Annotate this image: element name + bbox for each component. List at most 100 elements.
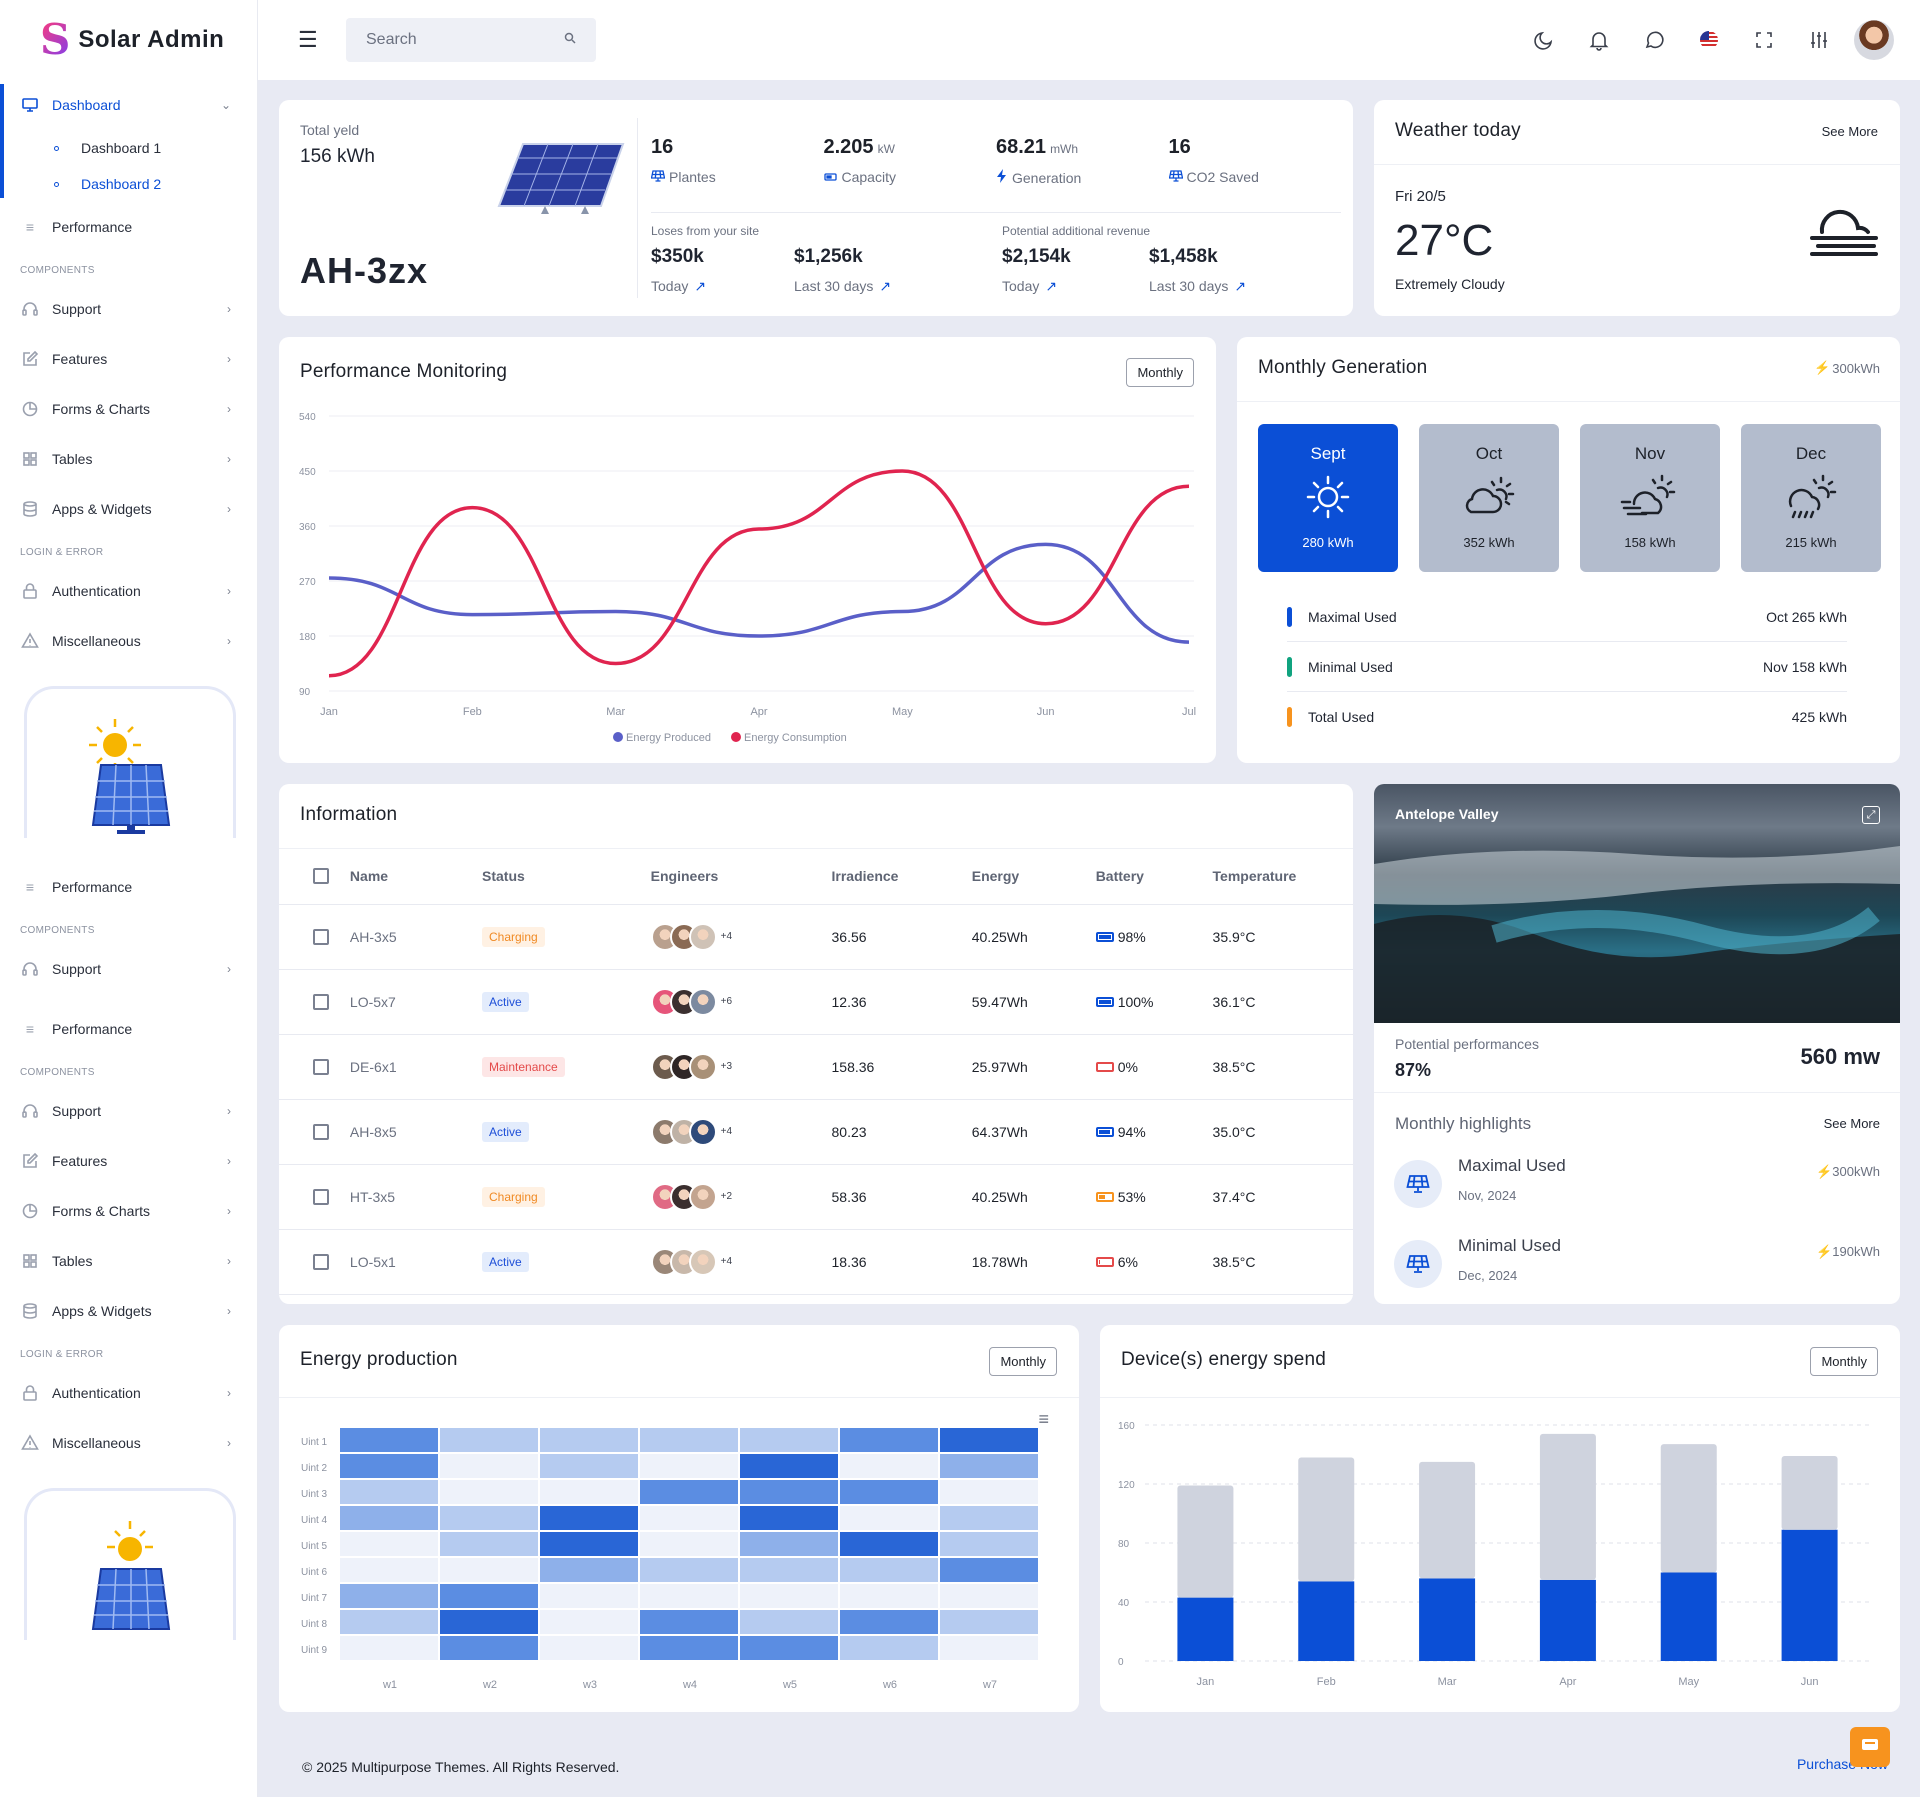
sidebar-item-support[interactable]: Support › xyxy=(0,944,257,994)
month-tile-dec[interactable]: Dec 215 kWh xyxy=(1741,424,1881,572)
avatar xyxy=(688,1182,717,1211)
column-header-status[interactable]: Status xyxy=(470,848,639,905)
weather-see-more-link[interactable]: See More xyxy=(1822,124,1878,139)
column-header-engineers[interactable]: Engineers xyxy=(638,848,820,905)
column-header-battery[interactable]: Battery xyxy=(1083,848,1201,905)
sidebar-item-forms-charts[interactable]: Forms & Charts › xyxy=(0,1186,257,1236)
sidebar-item-apps-widgets[interactable]: Apps & Widgets › xyxy=(0,484,257,534)
sidebar-item-features[interactable]: Features › xyxy=(0,334,257,384)
heatmap-cell xyxy=(440,1610,538,1634)
settings-sliders-icon[interactable] xyxy=(1791,16,1846,64)
month-tile-oct[interactable]: Oct 352 kWh xyxy=(1419,424,1559,572)
heatmap-cell xyxy=(540,1428,638,1452)
engineer-avatars[interactable]: +4 xyxy=(650,922,820,951)
sidebar-subitem-dashboard2[interactable]: Dashboard 2 xyxy=(0,166,257,202)
row-checkbox[interactable] xyxy=(313,1254,329,1271)
engineer-more-count: +4 xyxy=(720,1126,733,1137)
search-icon[interactable] xyxy=(564,31,576,49)
brand[interactable]: S Solar Admin xyxy=(0,0,257,80)
avatar xyxy=(688,1052,717,1081)
table-row[interactable]: AH-8x5 Active +4 80.23 64.37Wh 94% 35.0°C xyxy=(279,1099,1353,1165)
row-checkbox[interactable] xyxy=(313,1124,329,1141)
divider xyxy=(1374,164,1900,165)
cell-irradience: 58.36 xyxy=(819,1164,960,1230)
stat-number: 68.21 xyxy=(996,136,1047,158)
row-checkbox[interactable] xyxy=(313,1189,329,1206)
footer-copyright: © 2025 Multipurpose Themes. All Rights R… xyxy=(302,1759,620,1775)
column-header-name[interactable]: Name xyxy=(337,848,470,905)
column-header-irradience[interactable]: Irradience xyxy=(819,848,960,905)
hamburger-icon[interactable]: ☰ xyxy=(298,27,322,53)
battery-fill xyxy=(1098,1129,1110,1134)
revenue-period[interactable]: Today ↗ xyxy=(651,278,706,295)
engineer-avatars[interactable]: +6 xyxy=(650,987,820,1016)
revenue-period[interactable]: Last 30 days ↗ xyxy=(1149,278,1246,295)
moon-icon[interactable] xyxy=(1516,16,1571,64)
monthly-badge-value: 300kWh xyxy=(1832,360,1880,376)
sidebar-item-performance[interactable]: ≡ Performance xyxy=(0,862,257,912)
highlights-see-more-link[interactable]: See More xyxy=(1824,1116,1880,1131)
engineer-avatars[interactable]: +2 xyxy=(650,1182,820,1211)
sidebar-subitem-dashboard1[interactable]: Dashboard 1 xyxy=(0,130,257,166)
revenue-period[interactable]: Today ↗ xyxy=(1002,278,1071,295)
grid-icon xyxy=(20,1251,40,1271)
sidebar-item-miscellaneous[interactable]: Miscellaneous › xyxy=(0,616,257,666)
heatmap-cell xyxy=(340,1480,438,1504)
month-tile-nov[interactable]: Nov 158 kWh xyxy=(1580,424,1720,572)
column-header-energy[interactable]: Energy xyxy=(959,848,1084,905)
chat-float-button[interactable] xyxy=(1850,1727,1890,1767)
sidebar-item-miscellaneous[interactable]: Miscellaneous › xyxy=(0,1418,257,1468)
row-checkbox[interactable] xyxy=(313,929,329,946)
engineer-avatars[interactable]: +4 xyxy=(650,1117,820,1146)
table-row[interactable]: DE-6x1 Maintenance +3 158.36 25.97Wh 0% 38.5°C xyxy=(279,1034,1353,1100)
table-row[interactable]: HT-3x5 Charging +2 58.36 40.25Wh 53% 37.4°C xyxy=(279,1164,1353,1230)
sidebar-item-dashboard[interactable]: Dashboard ⌄ xyxy=(0,80,257,130)
table-row[interactable]: AH-3x5 Charging +4 36.56 40.25Wh 98% 35.9°C xyxy=(279,904,1353,970)
avatar[interactable] xyxy=(1854,20,1894,60)
arrow-up-right-icon: ↗ xyxy=(1234,278,1247,294)
fullscreen-icon[interactable] xyxy=(1736,16,1791,64)
table-row[interactable]: LO-5x1 Active +4 18.36 18.78Wh 6% 38.5°C xyxy=(279,1229,1353,1295)
chevron-right-icon: › xyxy=(227,1436,231,1450)
column-header-temperature[interactable]: Temperature xyxy=(1200,848,1353,905)
stat-item: 16 CO2 Saved xyxy=(1168,136,1342,186)
stat-number: 2.205 xyxy=(823,136,874,158)
search-box[interactable]: Search xyxy=(346,18,596,62)
chevron-right-icon: › xyxy=(227,452,231,466)
expand-icon[interactable]: ⤢ xyxy=(1862,806,1880,824)
sidebar-item-forms-charts[interactable]: Forms & Charts › xyxy=(0,384,257,434)
sidebar-item-label: Miscellaneous xyxy=(52,1435,141,1451)
row-checkbox[interactable] xyxy=(313,994,329,1011)
sidebar-item-tables[interactable]: Tables › xyxy=(0,434,257,484)
search-input[interactable]: Search xyxy=(366,31,417,49)
month-kwh: 158 kWh xyxy=(1624,535,1676,550)
select-all-checkbox[interactable] xyxy=(313,868,329,885)
sidebar-item-tables[interactable]: Tables › xyxy=(0,1236,257,1286)
sidebar-item-apps-widgets[interactable]: Apps & Widgets › xyxy=(0,1286,257,1336)
lock-icon xyxy=(20,1383,40,1403)
sidebar-item-authentication[interactable]: Authentication › xyxy=(0,566,257,616)
engineer-avatars[interactable]: +3 xyxy=(650,1052,820,1081)
revenue-period[interactable]: Last 30 days ↗ xyxy=(794,278,891,295)
bell-icon[interactable] xyxy=(1571,16,1626,64)
cell-status: Charging xyxy=(470,1164,639,1230)
month-tile-sept[interactable]: Sept 280 kWh xyxy=(1258,424,1398,572)
heatmap-cell xyxy=(640,1532,738,1556)
sidebar-item-support[interactable]: Support › xyxy=(0,284,257,334)
sidebar-item-features[interactable]: Features › xyxy=(0,1136,257,1186)
chat-icon[interactable] xyxy=(1626,16,1681,64)
heatmap-cell xyxy=(540,1558,638,1582)
us-flag-icon[interactable] xyxy=(1681,16,1736,64)
row-select-cell xyxy=(279,1229,338,1295)
heatmap-cell xyxy=(940,1584,1038,1608)
battery-fill xyxy=(1098,999,1111,1004)
sidebar-item-authentication[interactable]: Authentication › xyxy=(0,1368,257,1418)
month-name: Nov xyxy=(1634,444,1666,463)
engineer-avatars[interactable]: +4 xyxy=(650,1247,820,1276)
table-row[interactable]: LO-5x7 Active +6 12.36 59.47Wh 100% 36.1°C xyxy=(279,969,1353,1035)
cell-battery: 94% xyxy=(1083,1099,1201,1165)
row-checkbox[interactable] xyxy=(313,1059,329,1076)
sidebar-item-performance[interactable]: ≡ Performance xyxy=(0,202,257,252)
sidebar-item-performance[interactable]: ≡ Performance xyxy=(0,1004,257,1054)
sidebar-item-support[interactable]: Support › xyxy=(0,1086,257,1136)
